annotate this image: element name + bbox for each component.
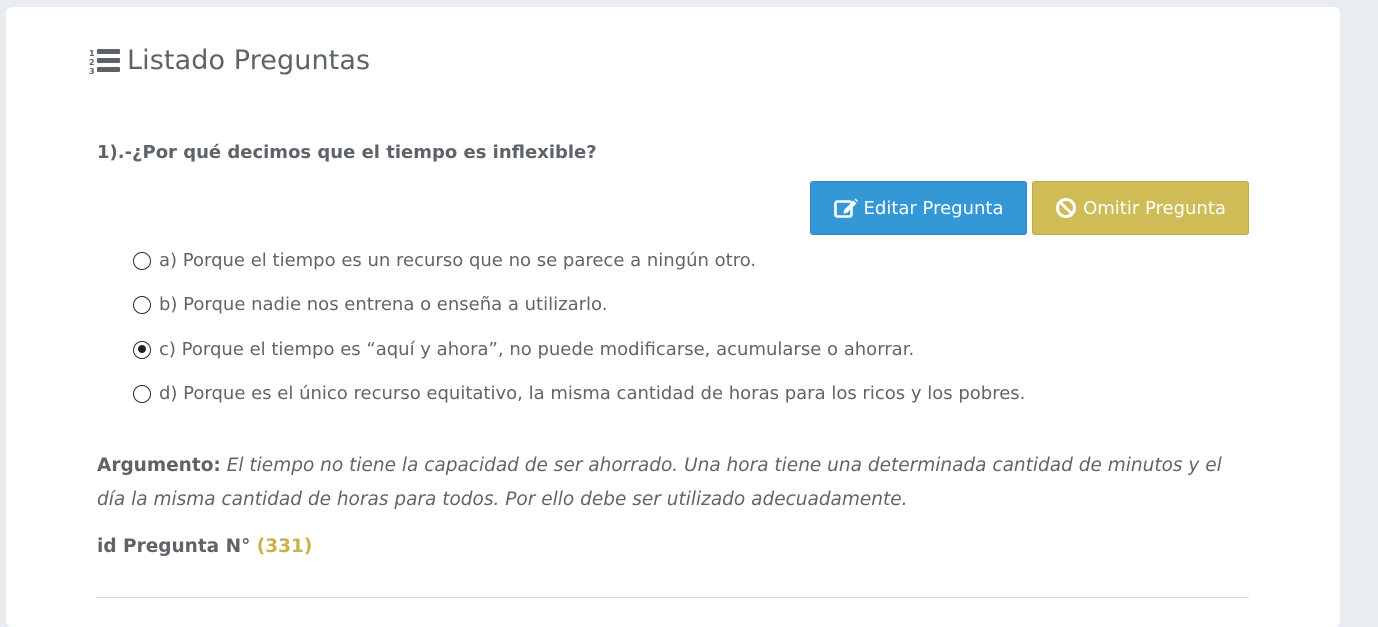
answer-option-label: a) Porque el tiempo es un recurso que no… [159,250,757,271]
edit-icon [833,198,858,218]
answer-option-b[interactable]: b) Porque nadie nos entrena o enseña a u… [133,294,607,315]
argument-block: Argumento: El tiempo no tiene la capacid… [97,449,1247,517]
radio-option-c[interactable] [133,340,151,359]
answer-option-label: d) Porque es el único recurso equitativo… [159,383,1026,404]
argument-label: Argumento: [97,455,221,476]
radio-option-a[interactable] [133,251,151,270]
divider [97,597,1249,598]
omit-question-button[interactable]: Omitir Pregunta [1032,181,1249,235]
ban-icon [1056,198,1077,218]
svg-text:3: 3 [89,67,95,75]
svg-text:1: 1 [89,49,95,58]
answer-option-d[interactable]: d) Porque es el único recurso equitativo… [133,383,1025,404]
answer-option-a[interactable]: a) Porque el tiempo es un recurso que no… [133,250,756,271]
argument-text: El tiempo no tiene la capacidad de ser a… [97,455,1222,510]
question-text: 1).-¿Por qué decimos que el tiempo es in… [97,142,597,163]
question-list-card [6,7,1340,627]
radio-option-d[interactable] [133,384,151,403]
edit-question-label: Editar Pregunta [863,197,1004,219]
svg-text:2: 2 [89,58,95,67]
omit-question-label: Omitir Pregunta [1083,197,1226,219]
answer-option-label: c) Porque el tiempo es “aquí y ahora”, n… [159,339,915,360]
answer-option-label: b) Porque nadie nos entrena o enseña a u… [159,294,608,315]
question-id: id Pregunta N° (331) [97,536,312,557]
radio-option-b[interactable] [133,295,151,314]
edit-question-button[interactable]: Editar Pregunta [810,181,1027,235]
question-id-value: (331) [256,536,313,557]
question-id-label: id Pregunta N° [97,536,251,557]
list-ol-icon: 1 2 3 [89,48,120,75]
page-title: 1 2 3 Listado Preguntas [89,45,370,76]
answer-option-c[interactable]: c) Porque el tiempo es “aquí y ahora”, n… [133,339,914,360]
page-title-text: Listado Preguntas [127,45,371,76]
